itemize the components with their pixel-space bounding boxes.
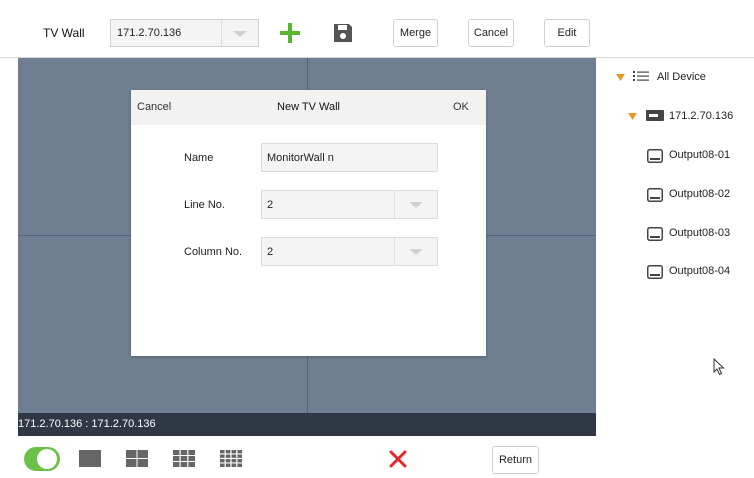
dialog-title: New TV Wall [277,101,340,113]
monitor-output-icon [647,227,663,241]
tree-item-output[interactable]: Output08-02 [669,188,730,200]
cancel-button[interactable]: Cancel [468,19,514,47]
layout-1-pane-icon[interactable] [79,450,101,467]
delete-button[interactable] [389,450,407,468]
close-icon [389,450,407,468]
chevron-down-icon [233,31,247,37]
device-select-value: 171.2.70.136 [117,27,182,39]
toggle-knob [37,449,57,469]
tree-item-output[interactable]: Output08-04 [669,265,730,277]
monitor-output-icon [647,149,663,163]
dialog-ok-button[interactable]: OK [453,101,469,113]
name-field-value: MonitorWall n [267,152,334,164]
tree-item-all-device[interactable]: All Device [657,71,706,83]
monitor-output-icon [647,188,663,202]
chevron-down-icon [409,202,423,208]
column-no-label: Column No. [184,246,243,258]
merge-button[interactable]: Merge [393,19,438,47]
line-no-arrow[interactable] [394,191,437,218]
add-wall-button[interactable] [278,21,302,45]
caret-down-icon [616,74,625,81]
list-icon [633,70,649,85]
decoder-device-icon [646,110,664,124]
page-title: TV Wall [43,26,85,40]
layout-4-pane-icon[interactable] [126,450,148,467]
column-no-value: 2 [267,246,274,258]
floppy-disk-icon [334,24,352,42]
column-no-arrow[interactable] [394,238,437,265]
name-label: Name [184,152,214,164]
layout-16-pane-icon[interactable] [220,450,242,467]
new-tv-wall-dialog [131,90,486,356]
edit-button[interactable]: Edit [544,19,590,47]
mouse-cursor-icon [713,357,725,379]
chevron-down-icon [409,249,423,255]
tree-item-device[interactable]: 171.2.70.136 [669,110,733,122]
device-select[interactable]: 171.2.70.136 [110,19,259,47]
line-no-value: 2 [267,199,274,211]
dialog-cancel-button[interactable]: Cancel [137,101,171,113]
caret-down-icon [628,113,637,120]
tree-item-output[interactable]: Output08-01 [669,149,730,161]
return-button[interactable]: Return [492,446,539,474]
tree-expand-caret-icon[interactable] [628,110,637,124]
save-button[interactable] [331,21,355,45]
line-no-label: Line No. [184,199,225,211]
name-field[interactable]: MonitorWall n [261,143,438,172]
wall-status-text: 171.2.70.136 : 171.2.70.136 [18,418,156,430]
monitor-output-icon [647,265,663,279]
column-no-select[interactable]: 2 [261,237,438,266]
layout-9-pane-icon[interactable] [173,450,195,467]
tree-item-output[interactable]: Output08-03 [669,227,730,239]
line-no-select[interactable]: 2 [261,190,438,219]
device-select-arrow[interactable] [221,20,258,46]
tree-expand-caret-icon[interactable] [616,71,625,85]
plus-icon [280,23,300,43]
